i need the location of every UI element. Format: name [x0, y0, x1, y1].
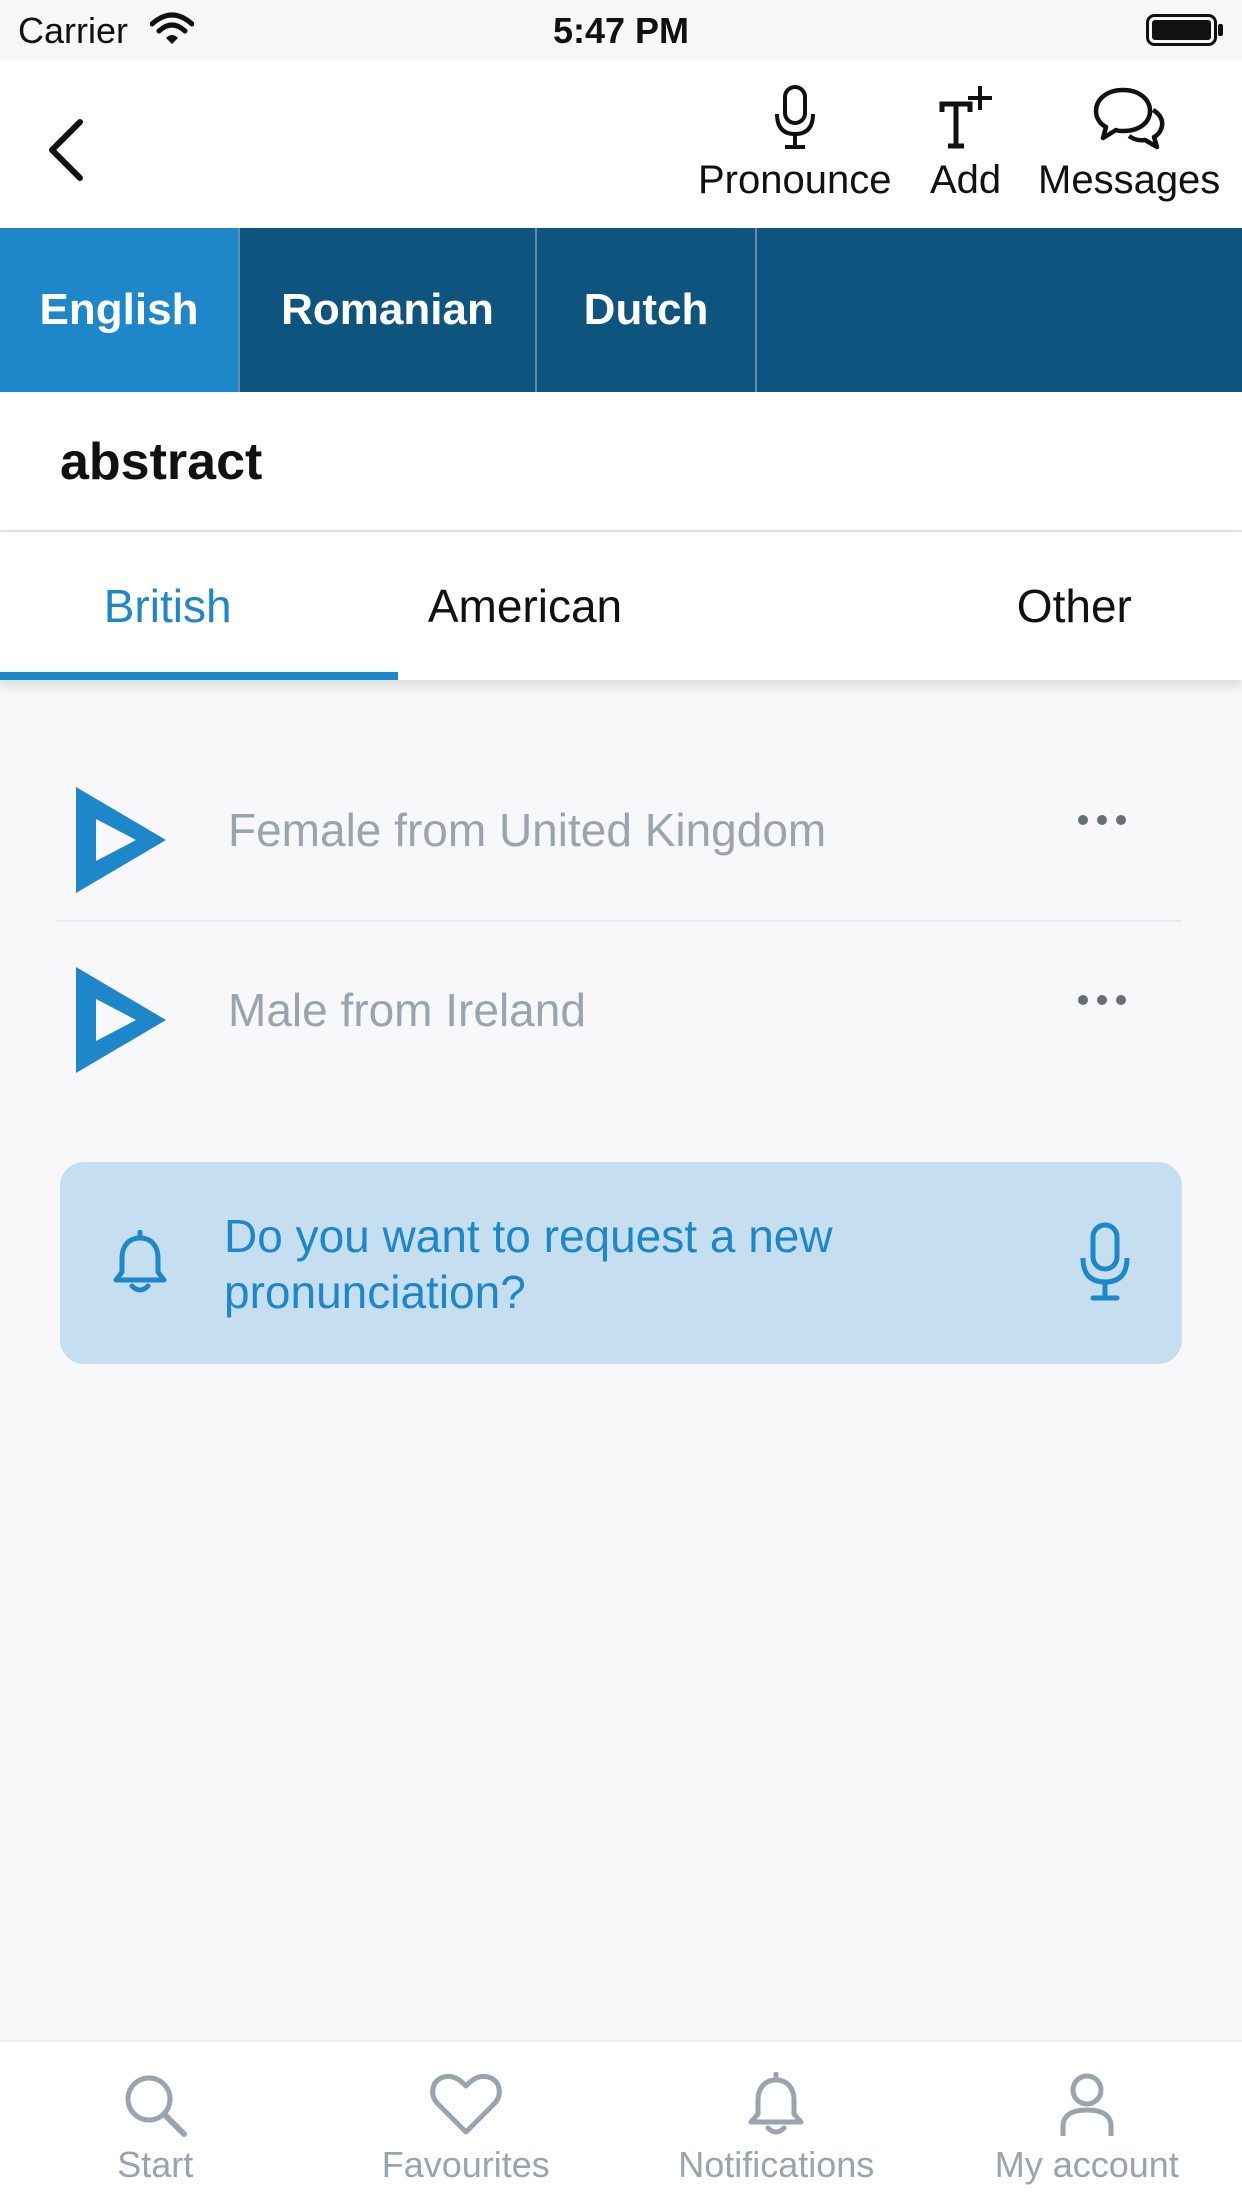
language-tabs: English Romanian Dutch — [0, 228, 1242, 392]
tab-british-label: British — [103, 580, 232, 632]
tab-american-label: American — [427, 580, 623, 632]
messages-label: Messages — [1038, 158, 1221, 202]
back-button[interactable] — [36, 110, 96, 190]
status-bar: Carrier 5:47 PM — [0, 0, 1242, 60]
play-icon[interactable] — [72, 783, 170, 902]
bottom-tab-bar: Start Favourites Notifications My accoun… — [0, 2040, 1242, 2208]
chat-bubbles-icon — [1091, 74, 1167, 150]
request-text: Do you want to request a new pronunciati… — [224, 1210, 833, 1318]
tab-english[interactable]: English — [0, 228, 240, 392]
pronounce-label: Pronounce — [698, 158, 892, 202]
play-icon[interactable] — [72, 963, 170, 1082]
tab-notifications-label: Notifications — [678, 2144, 875, 2185]
user-icon — [1060, 2073, 1114, 2136]
tab-favourites-label: Favourites — [381, 2144, 550, 2185]
tab-romanian[interactable]: Romanian — [240, 228, 537, 392]
messages-button[interactable]: Messages — [1038, 74, 1220, 203]
battery-icon — [1146, 14, 1224, 51]
add-text-icon — [936, 74, 996, 150]
request-pronunciation-banner[interactable]: Do you want to request a new pronunciati… — [60, 1162, 1182, 1364]
add-label: Add — [930, 158, 1002, 202]
bell-icon — [112, 1229, 168, 1301]
top-toolbar: Pronounce Add Messages — [0, 60, 1242, 228]
list-item[interactable]: Male from Ireland — [56, 925, 1182, 1101]
word-title: abstract — [60, 433, 263, 491]
heart-icon — [430, 2073, 502, 2135]
microphone-icon — [772, 74, 818, 150]
bell-icon — [748, 2072, 804, 2135]
more-options-icon[interactable] — [1078, 815, 1126, 825]
add-button[interactable]: Add — [930, 74, 1001, 203]
pronunciation-label: Male from Ireland — [228, 984, 586, 1036]
tab-dutch[interactable]: Dutch — [537, 228, 757, 392]
tab-favourites[interactable]: Favourites — [311, 2042, 622, 2208]
search-icon — [125, 2075, 188, 2137]
tab-my-account-label: My account — [994, 2144, 1179, 2185]
tab-my-account[interactable]: My account — [932, 2042, 1242, 2208]
accent-tabs: British American Other — [0, 532, 1242, 680]
tab-notifications[interactable]: Notifications — [621, 2042, 932, 2208]
chevron-left-icon — [49, 119, 83, 181]
clock: 5:47 PM — [552, 10, 690, 51]
more-options-icon[interactable] — [1078, 995, 1126, 1005]
list-item[interactable]: Female from United Kingdom — [56, 745, 1182, 921]
tab-start[interactable]: Start — [0, 2042, 311, 2208]
tab-other-label: Other — [1016, 580, 1132, 632]
tab-start-label: Start — [117, 2144, 194, 2185]
tab-british[interactable]: British — [0, 532, 398, 680]
microphone-icon[interactable] — [1078, 1222, 1132, 1307]
pronunciation-label: Female from United Kingdom — [228, 804, 827, 856]
tab-other[interactable]: Other — [693, 532, 1242, 680]
pronounce-button[interactable]: Pronounce — [698, 74, 891, 203]
word-header: abstract — [0, 392, 1242, 532]
list-divider — [56, 920, 1182, 922]
tab-american[interactable]: American — [335, 532, 692, 680]
